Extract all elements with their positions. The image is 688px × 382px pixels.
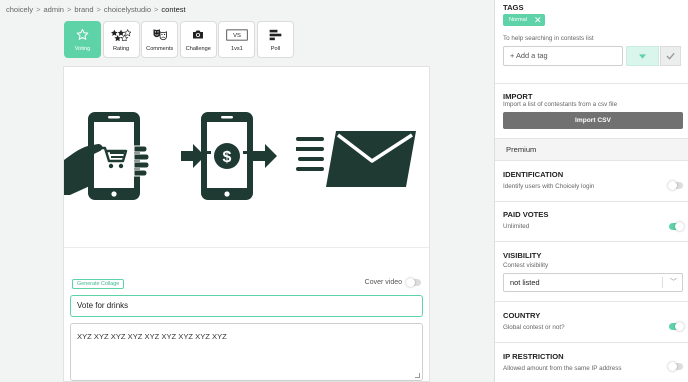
type-voting-label: Voting bbox=[74, 46, 91, 52]
visibility-setting: VISIBILITY Contest visibility bbox=[503, 251, 683, 269]
import-subtitle: Import a list of contestants from a csv … bbox=[503, 101, 618, 108]
contest-editor: choicely > admin > brand > choicelystudio > cont… bbox=[0, 0, 688, 382]
tag-input-row: + Add a tag bbox=[503, 46, 681, 66]
identification-title: IDENTIFICATION bbox=[503, 170, 564, 179]
cover-video-label: Cover video bbox=[364, 279, 402, 286]
stars-rating-icon bbox=[111, 28, 132, 41]
settings-sidebar: TAGS Normal ✕ To help searching in conte… bbox=[494, 0, 688, 382]
visibility-selected-value: not listed bbox=[510, 278, 540, 287]
premium-section-header: Premium bbox=[495, 138, 688, 161]
cover-video-control: Cover video bbox=[364, 278, 421, 287]
breadcrumb-item-brand[interactable]: brand bbox=[74, 5, 93, 14]
breadcrumb-separator: > bbox=[66, 5, 72, 14]
type-challenge-label: Challenge bbox=[185, 46, 211, 52]
ip-restriction-toggle[interactable] bbox=[668, 362, 683, 371]
paid-votes-setting: PAID VOTES Unlimited bbox=[503, 210, 684, 231]
type-challenge-button[interactable]: Challenge bbox=[179, 21, 217, 58]
visibility-subtitle: Contest visibility bbox=[503, 262, 549, 269]
svg-text:$: $ bbox=[223, 149, 232, 166]
country-subtitle: Global contest or not? bbox=[503, 324, 565, 331]
chevron-down-icon: ﹀ bbox=[670, 279, 677, 286]
main-panel: choicely > admin > brand > choicelystudio > cont… bbox=[0, 0, 494, 382]
paid-votes-title: PAID VOTES bbox=[503, 210, 549, 219]
add-tag-input[interactable]: + Add a tag bbox=[503, 46, 623, 66]
caret-down-icon bbox=[639, 53, 646, 59]
import-title: IMPORT bbox=[503, 92, 533, 101]
ip-restriction-setting: IP RESTRICTION Allowed amount from the s… bbox=[503, 352, 683, 372]
breadcrumb: choicely > admin > brand > choicelystudio > cont… bbox=[6, 5, 186, 14]
toggle-knob bbox=[675, 222, 684, 231]
divider bbox=[495, 201, 688, 202]
contest-card: $ Generate Collage Cover video Vote for … bbox=[63, 66, 430, 382]
contest-type-selector: Voting Rating Comments Challenge VS 1vs1… bbox=[64, 21, 294, 58]
type-rating-label: Rating bbox=[113, 46, 130, 52]
type-1vs1-label: 1vs1 bbox=[230, 46, 243, 52]
star-outline-icon bbox=[76, 28, 89, 41]
divider bbox=[495, 241, 688, 242]
generate-collage-button[interactable]: Generate Collage bbox=[72, 279, 125, 289]
divider bbox=[495, 83, 688, 84]
toggle-knob bbox=[675, 322, 684, 331]
visibility-title: VISIBILITY bbox=[503, 251, 542, 260]
tag-chip-normal: Normal ✕ bbox=[503, 14, 545, 26]
divider bbox=[495, 342, 688, 343]
tag-chip-label: Normal bbox=[509, 17, 528, 23]
identification-setting: IDENTIFICATION Identify users with Choic… bbox=[503, 170, 683, 190]
check-icon bbox=[666, 52, 675, 60]
breadcrumb-separator: > bbox=[36, 5, 41, 14]
toggle-knob bbox=[406, 278, 415, 287]
select-divider bbox=[662, 277, 663, 288]
resize-handle[interactable] bbox=[415, 373, 420, 378]
tag-dropdown-button[interactable] bbox=[626, 46, 659, 66]
cover-image[interactable]: $ bbox=[64, 67, 429, 248]
country-setting: COUNTRY Global contest or not? bbox=[503, 311, 684, 331]
ip-restriction-subtitle: Allowed amount from the same IP address bbox=[503, 365, 622, 372]
ip-restriction-title: IP RESTRICTION bbox=[503, 352, 564, 361]
description-text: XYZ XYZ XYZ XYZ XYZ XYZ XYZ XYZ XYZ bbox=[77, 332, 227, 341]
send-mail-icon bbox=[296, 131, 416, 187]
breadcrumb-separator: > bbox=[154, 5, 159, 14]
close-icon[interactable]: ✕ bbox=[534, 15, 542, 25]
confirm-tag-button[interactable] bbox=[660, 46, 681, 66]
visibility-select[interactable]: not listed ﹀ bbox=[503, 273, 683, 292]
paid-votes-toggle[interactable] bbox=[669, 222, 684, 231]
versus-icon: VS bbox=[226, 28, 248, 41]
type-comments-label: Comments bbox=[146, 46, 174, 52]
type-comments-button[interactable]: Comments bbox=[141, 21, 179, 58]
camera-icon bbox=[192, 28, 204, 41]
phone-payment-icon: $ bbox=[181, 112, 277, 200]
type-rating-button[interactable]: Rating bbox=[102, 21, 140, 58]
cover-video-toggle[interactable] bbox=[406, 278, 421, 287]
paid-votes-subtitle: Unlimited bbox=[503, 223, 530, 230]
type-poll-label: Poll bbox=[270, 46, 281, 52]
tags-title: TAGS bbox=[503, 3, 524, 12]
country-title: COUNTRY bbox=[503, 311, 541, 320]
country-toggle[interactable] bbox=[669, 322, 684, 331]
breadcrumb-item-choicely[interactable]: choicely bbox=[6, 5, 33, 14]
theater-masks-icon bbox=[152, 28, 168, 41]
toggle-knob bbox=[668, 362, 677, 371]
poll-bars-icon bbox=[269, 28, 282, 41]
identification-toggle[interactable] bbox=[668, 181, 683, 190]
import-csv-button[interactable]: Import CSV bbox=[503, 112, 683, 129]
breadcrumb-item-admin[interactable]: admin bbox=[44, 5, 64, 14]
contest-title-input[interactable]: Vote for drinks bbox=[70, 295, 423, 317]
tags-help-text: To help searching in contests list bbox=[503, 35, 594, 42]
type-voting-button[interactable]: Voting bbox=[64, 21, 101, 58]
identification-subtitle: Identify users with Choicely login bbox=[503, 183, 595, 190]
divider bbox=[495, 301, 688, 302]
toggle-knob bbox=[668, 181, 677, 190]
contest-description-textarea[interactable]: XYZ XYZ XYZ XYZ XYZ XYZ XYZ XYZ XYZ bbox=[70, 323, 423, 381]
breadcrumb-item-choicelystudio[interactable]: choicelystudio bbox=[104, 5, 151, 14]
phone-shopping-cart-icon bbox=[64, 112, 150, 200]
type-poll-button[interactable]: Poll bbox=[256, 21, 294, 58]
type-1vs1-button[interactable]: VS 1vs1 bbox=[218, 21, 256, 58]
breadcrumb-item-contest: contest bbox=[161, 5, 186, 14]
breadcrumb-separator: > bbox=[96, 5, 101, 14]
svg-text:VS: VS bbox=[233, 33, 241, 39]
